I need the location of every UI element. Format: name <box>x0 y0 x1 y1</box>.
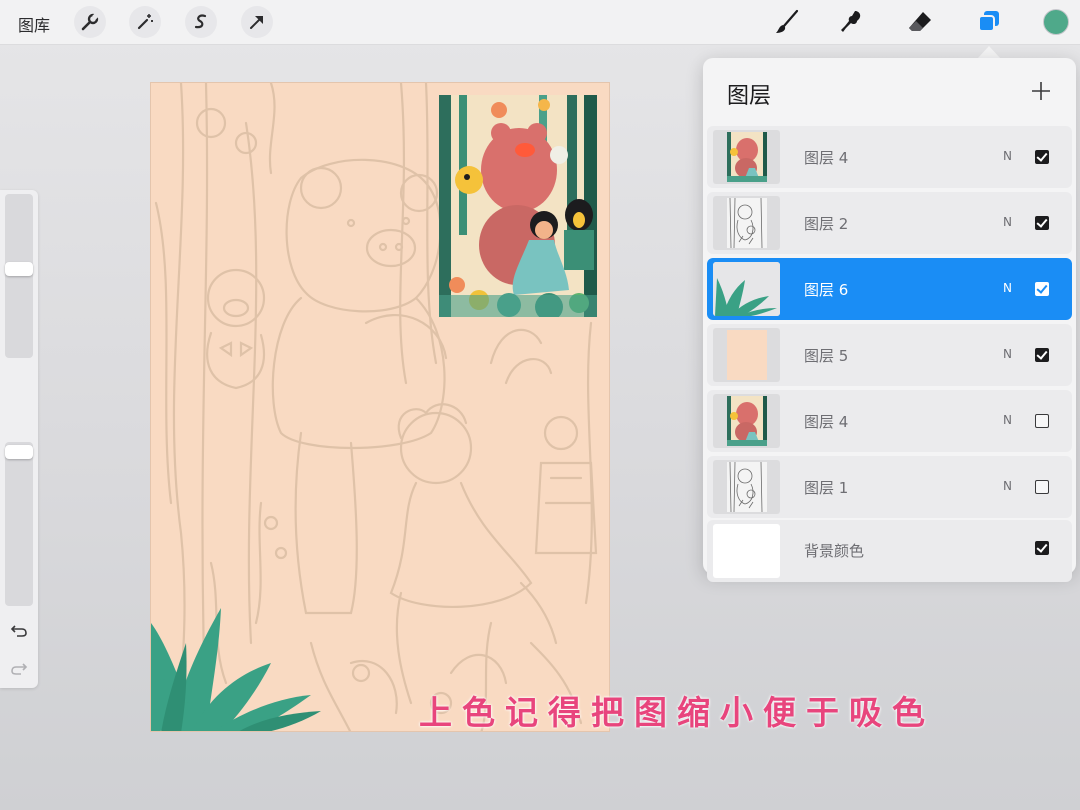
layer-visibility-checkbox[interactable] <box>1035 216 1049 230</box>
adjustments-button[interactable] <box>129 6 161 38</box>
drawing-canvas[interactable] <box>150 82 610 732</box>
transform-button[interactable] <box>241 6 273 38</box>
peach-fill-thumbnail <box>727 330 767 380</box>
layer-thumbnail <box>713 130 780 184</box>
layer-visibility-checkbox[interactable] <box>1035 414 1049 428</box>
layer-row[interactable]: 图层 1 N <box>707 456 1072 518</box>
reference-illustration <box>439 95 597 317</box>
selection-button[interactable] <box>185 6 217 38</box>
layer-visibility-checkbox[interactable] <box>1035 541 1049 555</box>
add-layer-icon[interactable] <box>1030 80 1052 102</box>
opacity-handle[interactable] <box>5 445 33 459</box>
background-color-layer[interactable]: 背景颜色 <box>707 520 1072 582</box>
layer-name: 图层 5 <box>804 347 849 365</box>
color-picker-button[interactable] <box>1043 9 1069 35</box>
layer-name: 背景颜色 <box>804 542 865 560</box>
leaves-thumbnail <box>713 262 780 316</box>
actions-wrench-button[interactable] <box>74 6 106 38</box>
layer-row[interactable]: 图层 4 N <box>707 390 1072 452</box>
layer-visibility-checkbox[interactable] <box>1035 282 1049 296</box>
illustration-thumbnail <box>727 396 767 446</box>
layer-visibility-checkbox[interactable] <box>1035 150 1049 164</box>
eraser-icon[interactable] <box>906 8 934 36</box>
redo-icon[interactable] <box>9 658 29 678</box>
blend-mode-button[interactable]: N <box>1003 281 1012 295</box>
layer-name: 图层 6 <box>804 281 849 299</box>
blend-mode-button[interactable]: N <box>1003 149 1012 163</box>
layer-thumbnail <box>713 262 780 316</box>
illustration-thumbnail <box>727 132 767 182</box>
top-toolbar: 图库 <box>0 0 1080 45</box>
layer-name: 图层 2 <box>804 215 849 233</box>
magic-wand-icon <box>137 14 153 30</box>
gallery-button[interactable]: 图库 <box>18 12 50 36</box>
layer-name: 图层 1 <box>804 479 849 497</box>
tutorial-caption: 上色记得把图缩小便于吸色 <box>419 693 935 732</box>
layer-thumbnail <box>713 394 780 448</box>
layer-row[interactable]: 图层 4 N <box>707 126 1072 188</box>
blend-mode-button[interactable]: N <box>1003 413 1012 427</box>
smudge-icon[interactable] <box>838 8 866 36</box>
layer-row[interactable]: 图层 6 N <box>707 258 1072 320</box>
layers-icon[interactable] <box>975 8 1003 36</box>
blend-mode-button[interactable]: N <box>1003 347 1012 361</box>
sketch-thumbnail <box>727 197 767 249</box>
sketch-thumbnail <box>727 461 767 513</box>
layer-visibility-checkbox[interactable] <box>1035 480 1049 494</box>
reference-image <box>439 95 597 317</box>
selection-icon <box>194 14 207 29</box>
transform-arrow-icon <box>250 16 263 29</box>
layer-thumbnail <box>713 328 780 382</box>
brush-size-handle[interactable] <box>5 261 33 276</box>
layer-row[interactable]: 图层 2 N <box>707 192 1072 254</box>
layer-name: 图层 4 <box>804 149 849 167</box>
layers-panel-title: 图层 <box>727 84 772 109</box>
undo-icon[interactable] <box>9 620 29 640</box>
layer-name: 图层 4 <box>804 413 849 431</box>
brush-icon[interactable] <box>773 8 801 36</box>
left-sidebar <box>0 190 38 688</box>
layer-thumbnail <box>713 524 780 578</box>
layer-row[interactable]: 图层 5 N <box>707 324 1072 386</box>
wrench-icon <box>81 13 99 31</box>
layer-thumbnail <box>713 460 780 514</box>
opacity-slider[interactable] <box>5 442 33 606</box>
layer-thumbnail <box>713 196 780 250</box>
blend-mode-button[interactable]: N <box>1003 479 1012 493</box>
layer-visibility-checkbox[interactable] <box>1035 348 1049 362</box>
brush-size-slider[interactable] <box>5 194 33 358</box>
layers-panel: 图层 图层 4 N 图层 2 N 图层 6 N 图层 5 N 图层 4 N 图层 1 N 背景颜色 <box>703 58 1076 582</box>
blend-mode-button[interactable]: N <box>1003 215 1012 229</box>
